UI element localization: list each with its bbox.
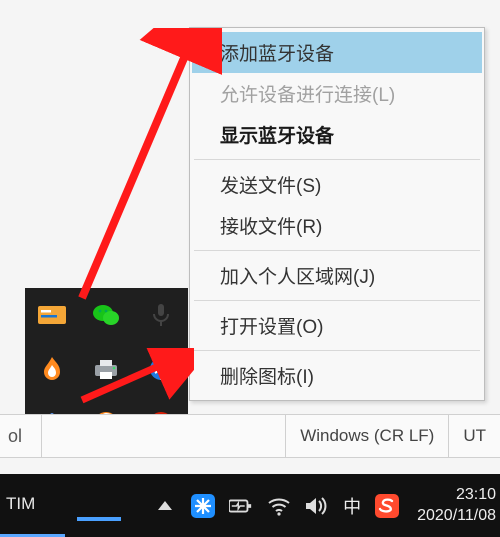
printer-icon[interactable] xyxy=(91,354,121,384)
taskbar-clock[interactable]: 23:10 2020/11/08 xyxy=(407,485,500,527)
asterisk-app-icon[interactable] xyxy=(191,494,215,518)
wechat-icon[interactable] xyxy=(91,300,121,330)
menu-separator xyxy=(194,350,480,351)
menu-separator xyxy=(194,159,480,160)
menu-item-send-file[interactable]: 发送文件(S) xyxy=(192,164,482,205)
status-encoding[interactable]: UT xyxy=(448,415,500,457)
editor-status-bar: ol Windows (CR LF) UT xyxy=(0,414,500,458)
menu-item-recv-file[interactable]: 接收文件(R) xyxy=(192,205,482,246)
menu-item-join-pan[interactable]: 加入个人区域网(J) xyxy=(192,255,482,296)
tray-overflow-chevron-icon[interactable] xyxy=(153,494,177,518)
microphone-icon[interactable] xyxy=(146,300,176,330)
volume-icon[interactable] xyxy=(305,494,329,518)
wifi-icon[interactable] xyxy=(267,494,291,518)
annotation-underline xyxy=(77,517,121,521)
bluetooth-context-menu: 添加蓝牙设备 允许设备进行连接(L) 显示蓝牙设备 发送文件(S) 接收文件(R… xyxy=(189,27,485,401)
menu-item-open-settings[interactable]: 打开设置(O) xyxy=(192,305,482,346)
taskbar-tray: 中 xyxy=(145,494,407,518)
taskbar: TIM 中 23:10 2020/11/08 xyxy=(0,474,500,537)
credentials-icon[interactable] xyxy=(37,300,67,330)
ime-indicator[interactable]: 中 xyxy=(343,494,361,518)
menu-item-add-bt[interactable]: 添加蓝牙设备 xyxy=(192,32,482,73)
power-icon[interactable] xyxy=(229,494,253,518)
clock-date: 2020/11/08 xyxy=(417,506,496,527)
clock-time: 23:10 xyxy=(417,485,496,506)
status-text: ol xyxy=(0,415,42,457)
menu-item-show-bt[interactable]: 显示蓝牙设备 xyxy=(192,114,482,155)
taskbar-app-tim[interactable]: TIM xyxy=(0,474,65,537)
sogou-icon[interactable] xyxy=(375,494,399,518)
menu-separator xyxy=(194,250,480,251)
menu-separator xyxy=(194,300,480,301)
flame-icon[interactable] xyxy=(37,354,67,384)
bluetooth-icon[interactable] xyxy=(146,354,176,384)
menu-item-remove-icon[interactable]: 删除图标(I) xyxy=(192,355,482,396)
menu-item-allow-connect: 允许设备进行连接(L) xyxy=(192,73,482,114)
status-eol[interactable]: Windows (CR LF) xyxy=(285,415,448,457)
